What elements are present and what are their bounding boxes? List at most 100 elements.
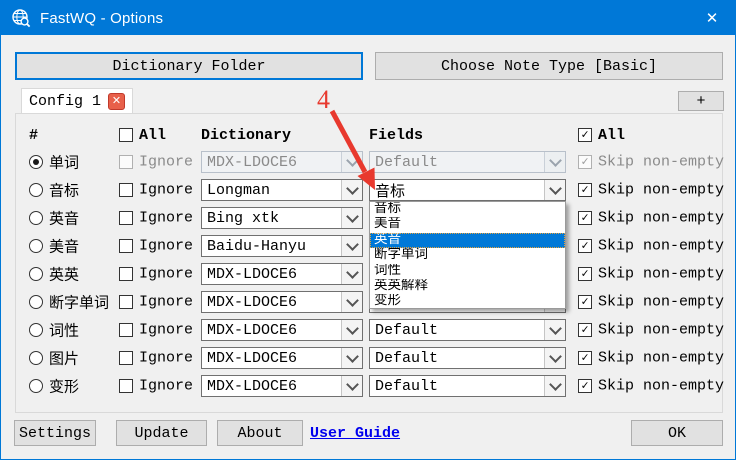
choose-note-type-button[interactable]: Choose Note Type [Basic] [375,52,723,80]
chevron-down-icon [549,350,562,363]
fields-combobox[interactable]: Default [369,347,566,369]
row-label: 美音 [49,236,79,257]
chevron-down-icon [549,378,562,391]
all-skip-checkbox[interactable] [578,128,592,142]
user-guide-link[interactable]: User Guide [310,420,400,446]
ignore-checkbox[interactable] [119,183,133,197]
skip-non-empty-checkbox[interactable] [578,379,592,393]
dropdown-item[interactable]: 变形 [370,294,565,309]
update-button[interactable]: Update [116,420,207,446]
dictionary-combobox[interactable]: MDX-LDOCE6 [201,291,363,313]
row-label: 断字单词 [49,292,109,313]
dropdown-item[interactable]: 英英解释 [370,279,565,294]
skip-non-empty-checkbox[interactable] [578,323,592,337]
dictionary-combobox[interactable]: Longman [201,179,363,201]
row-label: 英音 [49,208,79,229]
column-header-all-left: All [119,123,166,147]
tab-config-1[interactable]: Config 1 ✕ [21,88,133,114]
dropdown-arrow [341,376,362,396]
skip-non-empty-label: Skip non-empty [598,182,724,199]
dropdown-arrow [341,208,362,228]
ignore-checkbox[interactable] [119,351,133,365]
skip-non-empty-checkbox[interactable] [578,267,592,281]
column-header-fields: Fields [369,123,423,147]
dropdown-item[interactable]: 美音 [370,217,565,232]
ok-button[interactable]: OK [631,420,723,446]
dictionary-combobox-value: MDX-LDOCE6 [202,294,341,311]
dictionary-combobox-value: MDX-LDOCE6 [202,322,341,339]
skip-non-empty-checkbox[interactable] [578,183,592,197]
chevron-down-icon [549,322,562,335]
skip-non-empty-label: Skip non-empty [598,154,724,171]
row-radio[interactable] [29,379,43,393]
ignore-checkbox[interactable] [119,239,133,253]
row-radio[interactable] [29,351,43,365]
ignore-checkbox[interactable] [119,211,133,225]
row-radio[interactable] [29,211,43,225]
tab-close-icon[interactable]: ✕ [108,93,125,110]
fields-combobox[interactable]: Default [369,319,566,341]
ignore-checkbox [119,155,133,169]
skip-non-empty-checkbox [578,155,592,169]
all-left-label: All [139,127,166,144]
row-radio[interactable] [29,183,43,197]
ignore-label: Ignore [139,378,193,395]
settings-button[interactable]: Settings [14,420,96,446]
dropdown-arrow [341,180,362,200]
ignore-checkbox[interactable] [119,267,133,281]
dictionary-combobox[interactable]: MDX-LDOCE6 [201,319,363,341]
skip-non-empty-checkbox[interactable] [578,211,592,225]
chevron-down-icon [346,154,359,167]
ignore-checkbox[interactable] [119,295,133,309]
row-radio[interactable] [29,239,43,253]
dictionary-folder-label: Dictionary Folder [112,58,265,75]
table-row: 变形IgnoreMDX-LDOCE6DefaultSkip non-empty [1,372,736,400]
chevron-down-icon [346,266,359,279]
column-header-all-right: All [578,123,625,147]
fields-dropdown-popup: 音标美音英音断字单词词性英英解释变形 [369,201,566,309]
row-radio[interactable] [29,267,43,281]
chevron-down-icon [346,182,359,195]
row-radio[interactable] [29,323,43,337]
dictionary-combobox: MDX-LDOCE6 [201,151,363,173]
about-button[interactable]: About [217,420,303,446]
row-label: 词性 [49,320,79,341]
dropdown-arrow [544,348,565,368]
skip-non-empty-checkbox[interactable] [578,295,592,309]
add-tab-button[interactable]: + [678,91,724,111]
close-button[interactable]: ✕ [689,1,735,35]
dropdown-arrow [544,180,565,200]
row-radio[interactable] [29,155,43,169]
dropdown-item[interactable]: 断字单词 [370,248,565,263]
dictionary-combobox[interactable]: Baidu-Hanyu [201,235,363,257]
column-header-dictionary: Dictionary [201,123,291,147]
tab-config-1-label: Config 1 [29,93,101,110]
fields-combobox[interactable]: 音标 [369,179,566,201]
skip-non-empty-checkbox[interactable] [578,239,592,253]
row-radio[interactable] [29,295,43,309]
all-ignore-checkbox[interactable] [119,128,133,142]
dropdown-arrow [341,264,362,284]
skip-non-empty-label: Skip non-empty [598,238,724,255]
dropdown-item[interactable]: 音标 [370,202,565,217]
fields-combobox[interactable]: Default [369,375,566,397]
dropdown-item[interactable]: 词性 [370,264,565,279]
chevron-down-icon [346,378,359,391]
dictionary-folder-button[interactable]: Dictionary Folder [15,52,363,80]
chevron-down-icon [346,350,359,363]
ignore-label: Ignore [139,182,193,199]
skip-non-empty-checkbox[interactable] [578,351,592,365]
ignore-label: Ignore [139,322,193,339]
dictionary-combobox-value: MDX-LDOCE6 [202,266,341,283]
dictionary-combobox[interactable]: Bing xtk [201,207,363,229]
fields-combobox-value: Default [370,322,544,339]
dictionary-combobox[interactable]: MDX-LDOCE6 [201,347,363,369]
ignore-checkbox[interactable] [119,379,133,393]
dropdown-item[interactable]: 英音 [370,233,565,248]
ignore-checkbox[interactable] [119,323,133,337]
ignore-label: Ignore [139,154,193,171]
dictionary-combobox[interactable]: MDX-LDOCE6 [201,263,363,285]
dictionary-combobox[interactable]: MDX-LDOCE6 [201,375,363,397]
title-bar: FastWQ - Options ✕ [1,1,735,35]
ignore-label: Ignore [139,266,193,283]
